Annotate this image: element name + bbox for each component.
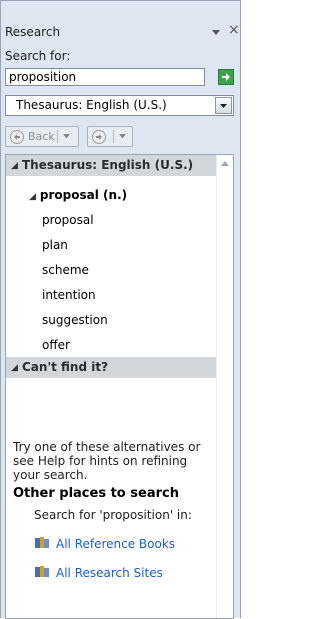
synonym-link[interactable]: suggestion (42, 313, 108, 327)
forward-arrow-icon (92, 130, 106, 144)
other-places-heading: Other places to search (13, 486, 179, 501)
source-dropdown-button[interactable] (215, 97, 232, 114)
reference-book-icon (35, 537, 49, 548)
section-header-cant-find[interactable]: ◢ Can't find it? (6, 357, 216, 378)
results-scrollbar[interactable] (216, 155, 233, 618)
chevron-down-icon[interactable] (118, 133, 127, 140)
dropdown-arrow-icon[interactable] (211, 27, 221, 37)
close-icon[interactable]: × (228, 23, 240, 37)
link-label[interactable]: All Research Sites (56, 566, 163, 580)
section-header-thesaurus[interactable]: ◢ Thesaurus: English (U.S.) (6, 155, 216, 176)
split-divider (57, 130, 58, 143)
chevron-down-icon (220, 104, 227, 108)
link-label[interactable]: All Reference Books (56, 537, 175, 551)
forward-button[interactable] (87, 126, 133, 147)
search-for-label: Search for: (5, 49, 71, 63)
collapse-triangle-icon[interactable]: ◢ (11, 161, 18, 171)
section-header-label: Thesaurus: English (U.S.) (22, 158, 194, 172)
pane-title: Research (5, 25, 61, 39)
entry-headword[interactable]: ◢ proposal (n.) (29, 188, 127, 202)
back-arrow-icon (10, 130, 24, 144)
go-arrow-icon (222, 73, 230, 81)
start-searching-button[interactable] (218, 69, 234, 85)
results-panel[interactable]: ◢ Thesaurus: English (U.S.) ◢ proposal (n… (5, 154, 234, 619)
back-label: Back (28, 130, 55, 143)
collapse-triangle-icon[interactable]: ◢ (29, 192, 36, 202)
scroll-up-arrow-icon[interactable] (221, 161, 229, 166)
headword-label: proposal (n.) (39, 188, 128, 202)
synonym-link[interactable]: plan (42, 238, 68, 252)
source-selected-value: Thesaurus: English (U.S.) (16, 98, 167, 112)
all-reference-books-link[interactable]: All Reference Books (34, 536, 175, 551)
all-research-sites-link[interactable]: All Research Sites (34, 565, 163, 580)
collapse-triangle-icon[interactable]: ◢ (11, 363, 18, 373)
search-for-text: Search for 'proposition' in: (34, 508, 192, 522)
alternatives-text: Try one of these alternatives or see Hel… (13, 440, 201, 482)
research-pane: Research × Search for: Thesaurus: Englis… (0, 0, 241, 619)
reference-book-icon (35, 566, 49, 577)
synonym-link[interactable]: scheme (42, 263, 89, 277)
section-header-label: Can't find it? (22, 360, 109, 374)
synonym-link[interactable]: intention (42, 288, 96, 302)
split-divider (113, 130, 114, 143)
back-button[interactable]: Back (5, 126, 79, 147)
search-input[interactable] (5, 68, 205, 86)
synonym-link[interactable]: proposal (42, 213, 94, 227)
chevron-down-icon[interactable] (62, 133, 71, 140)
research-source-select[interactable]: Thesaurus: English (U.S.) (5, 95, 234, 116)
synonym-link[interactable]: offer (42, 338, 70, 352)
pane-title-bar: Research × (5, 23, 240, 45)
